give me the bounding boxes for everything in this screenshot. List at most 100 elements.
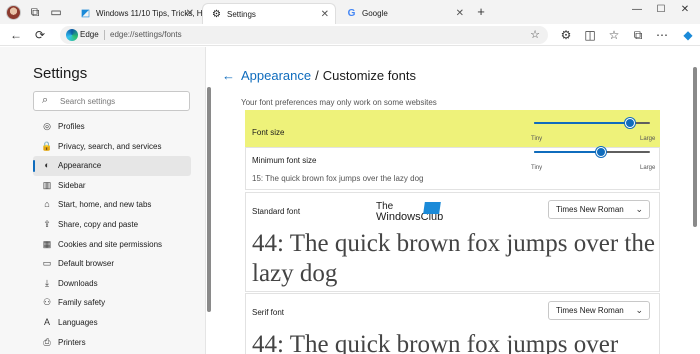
dropdown-value: Times New Roman: [556, 205, 624, 214]
edge-logo-icon: [66, 29, 78, 41]
sidebar-item-label: Languages: [58, 317, 98, 327]
sidebar-item-cookies-and-site-permissions[interactable]: ▦ Cookies and site permissions: [33, 235, 191, 255]
sidebar-item-profiles[interactable]: ◎ Profiles: [33, 117, 191, 137]
favorite-star-icon[interactable]: ☆: [530, 26, 540, 44]
split-screen-icon[interactable]: ◫: [582, 27, 598, 43]
sidebar-item-label: Family safety: [58, 298, 106, 308]
home-icon: ⌂: [44, 199, 50, 210]
browser-icon: ▭: [42, 258, 52, 269]
standard-font-preview: 44: The quick brown fox jumps over the l…: [252, 230, 655, 287]
sidebar-item-share-copy-and-paste[interactable]: ⇪ Share, copy and paste: [33, 215, 191, 235]
edge-label: Edge: [80, 30, 99, 39]
minimize-button[interactable]: —: [628, 3, 646, 17]
download-icon: ⤓: [45, 277, 49, 288]
tab-windowsclub[interactable]: ◩ Windows 11/10 Tips, Tricks, Help ✕: [72, 3, 213, 24]
dropdown-value: Times New Roman: [556, 306, 624, 315]
settings-nav-list: ◎ Profiles 🔒 Privacy, search, and services ◐…: [33, 117, 191, 352]
sidebar-item-default-browser[interactable]: ▭ Default browser: [33, 254, 191, 274]
sidebar-item-downloads[interactable]: ⤓ Downloads: [33, 274, 191, 294]
more-menu-icon[interactable]: ⋯: [654, 27, 670, 43]
serif-font-section: Serif font Times New Roman ⌄ 44: The qui…: [245, 293, 660, 354]
minimum-font-size-row: Minimum font size 15: The quick brown fo…: [245, 147, 660, 190]
tab-close-icon[interactable]: ✕: [321, 4, 329, 25]
tab-label: Windows 11/10 Tips, Tricks, Help: [96, 9, 214, 18]
slider-fill: [534, 122, 631, 124]
sidebar-item-label: Cookies and site permissions: [58, 239, 163, 249]
family-icon: ⚇: [42, 297, 52, 308]
close-button[interactable]: ✕: [676, 3, 694, 17]
tab-google[interactable]: G Google ✕: [338, 3, 470, 24]
url-field[interactable]: Edge edge://settings/fonts ☆: [60, 26, 548, 44]
standard-font-label: Standard font: [252, 207, 301, 216]
profile-avatar[interactable]: [6, 5, 21, 20]
scrollbar-thumb[interactable]: [207, 87, 211, 312]
search-input[interactable]: [60, 94, 185, 108]
windowsclub-favicon-icon: ◩: [80, 8, 91, 19]
maximize-button[interactable]: ☐: [652, 3, 670, 17]
scrollbar-thumb[interactable]: [693, 67, 697, 227]
serif-font-label: Serif font: [252, 308, 285, 317]
url-separator: [104, 30, 105, 40]
favorites-icon[interactable]: ☆: [606, 27, 622, 43]
slider-min-label: Tiny: [531, 165, 543, 171]
tab-settings[interactable]: ⚙ Settings ✕: [202, 3, 336, 24]
minimum-font-size-label: Minimum font size: [252, 156, 317, 165]
slider-thumb[interactable]: [596, 147, 607, 157]
settings-content: ← Appearance / Customize fonts Your font pr…: [212, 47, 690, 354]
extensions-icon[interactable]: ⚙: [558, 27, 574, 43]
slider-thumb[interactable]: [625, 118, 636, 128]
slider-max-label: Large: [640, 165, 656, 171]
sidebar-item-start-home-and-new-tabs[interactable]: ⌂ Start, home, and new tabs: [33, 195, 191, 215]
sidebar-item-languages[interactable]: A Languages: [33, 313, 191, 333]
sidebar-item-label: Appearance: [58, 161, 102, 171]
collections-icon[interactable]: ⧉: [630, 27, 646, 43]
serif-font-preview: 44: The quick brown fox jumps over: [252, 331, 619, 354]
content-scrollbar[interactable]: [690, 47, 700, 354]
sidebar-item-label: Printers: [58, 337, 86, 347]
slider-min-label: Tiny: [531, 136, 543, 142]
tab-actions-icon[interactable]: ▭: [49, 5, 63, 19]
sidebar-item-label: Privacy, search, and services: [58, 141, 162, 151]
gear-icon: ⚙: [212, 9, 221, 20]
breadcrumb-separator: /: [315, 68, 319, 83]
back-button[interactable]: ←: [8, 27, 24, 43]
sidebar-item-appearance[interactable]: ◐ Appearance: [33, 156, 191, 176]
tab-close-icon[interactable]: ✕: [186, 3, 194, 24]
sidebar-item-label: Start, home, and new tabs: [58, 200, 152, 210]
minimum-font-size-preview: 15: The quick brown fox jumps over the l…: [252, 174, 424, 183]
serif-font-dropdown[interactable]: Times New Roman ⌄: [548, 301, 650, 320]
url-text: edge://settings/fonts: [110, 30, 182, 39]
standard-font-section: Standard font The WindowsClub Times New …: [245, 192, 660, 292]
workspaces-icon[interactable]: ⧉: [28, 5, 42, 19]
back-arrow-icon[interactable]: ←: [222, 68, 235, 83]
address-bar: ← ⟳ Edge edge://settings/fonts ☆ ⚙ ◫ ☆ ⧉…: [0, 24, 700, 46]
profile-icon: ◎: [43, 121, 51, 131]
sidebar-item-printers[interactable]: ⎙ Printers: [33, 333, 191, 353]
breadcrumb: ← Appearance / Customize fonts: [222, 68, 416, 84]
minimum-font-size-slider[interactable]: [534, 146, 650, 158]
breadcrumb-appearance-link[interactable]: Appearance: [241, 68, 311, 83]
font-size-row: Font size Tiny Large: [245, 110, 660, 147]
cookie-icon: ▦: [42, 238, 52, 249]
new-tab-button[interactable]: +: [474, 5, 488, 19]
sidebar-item-family-safety[interactable]: ⚇ Family safety: [33, 293, 191, 313]
sidebar-item-label: Downloads: [58, 278, 98, 288]
font-size-slider[interactable]: [534, 117, 650, 129]
sidebar-item-label: Default browser: [58, 259, 115, 269]
sidebar-item-privacy-search-and-services[interactable]: 🔒 Privacy, search, and services: [33, 137, 191, 157]
tab-close-icon[interactable]: ✕: [456, 3, 464, 24]
refresh-button[interactable]: ⟳: [32, 27, 48, 43]
settings-title: Settings: [33, 65, 88, 82]
language-icon: A: [43, 316, 50, 327]
appearance-icon: ◐: [44, 160, 50, 171]
search-box[interactable]: ⌕: [33, 91, 190, 111]
standard-font-dropdown[interactable]: Times New Roman ⌄: [548, 200, 650, 219]
share-icon: ⇪: [43, 218, 51, 229]
tab-label: Google: [362, 9, 388, 18]
sidebar-item-sidebar[interactable]: ▥ Sidebar: [33, 176, 191, 196]
sidebar-item-label: Profiles: [58, 122, 85, 131]
windows-logo-icon: [423, 202, 441, 214]
font-size-label: Font size: [252, 128, 285, 137]
search-icon: ⌕: [42, 94, 49, 106]
copilot-icon[interactable]: ◆: [680, 27, 696, 43]
